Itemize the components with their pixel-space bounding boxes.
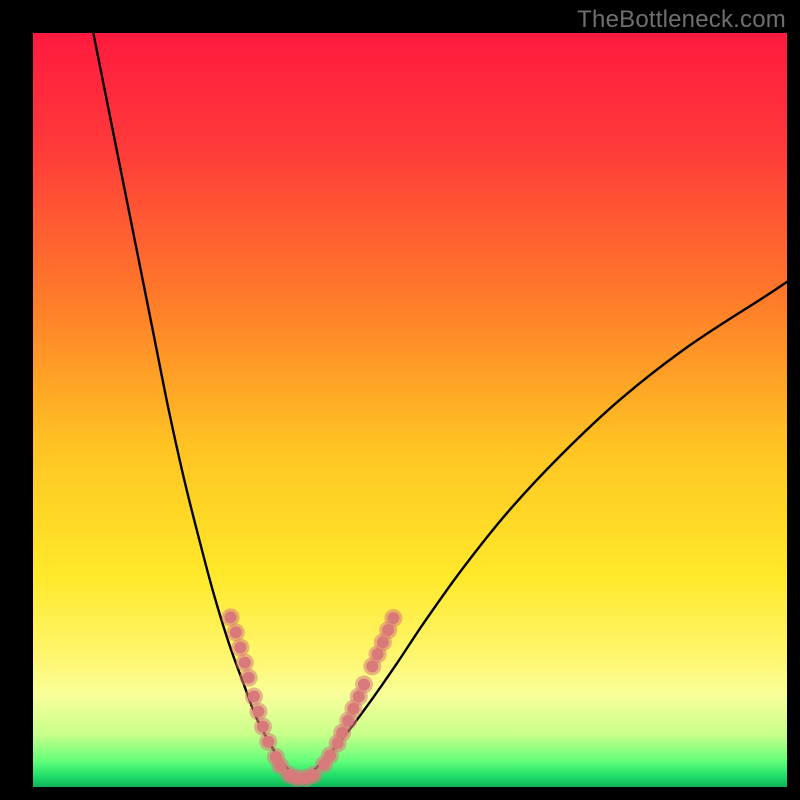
chart-stage: TheBottleneck.com <box>0 0 800 800</box>
gradient-background <box>33 33 787 787</box>
watermark-text: TheBottleneck.com <box>577 6 786 34</box>
bottleneck-chart <box>0 0 800 800</box>
